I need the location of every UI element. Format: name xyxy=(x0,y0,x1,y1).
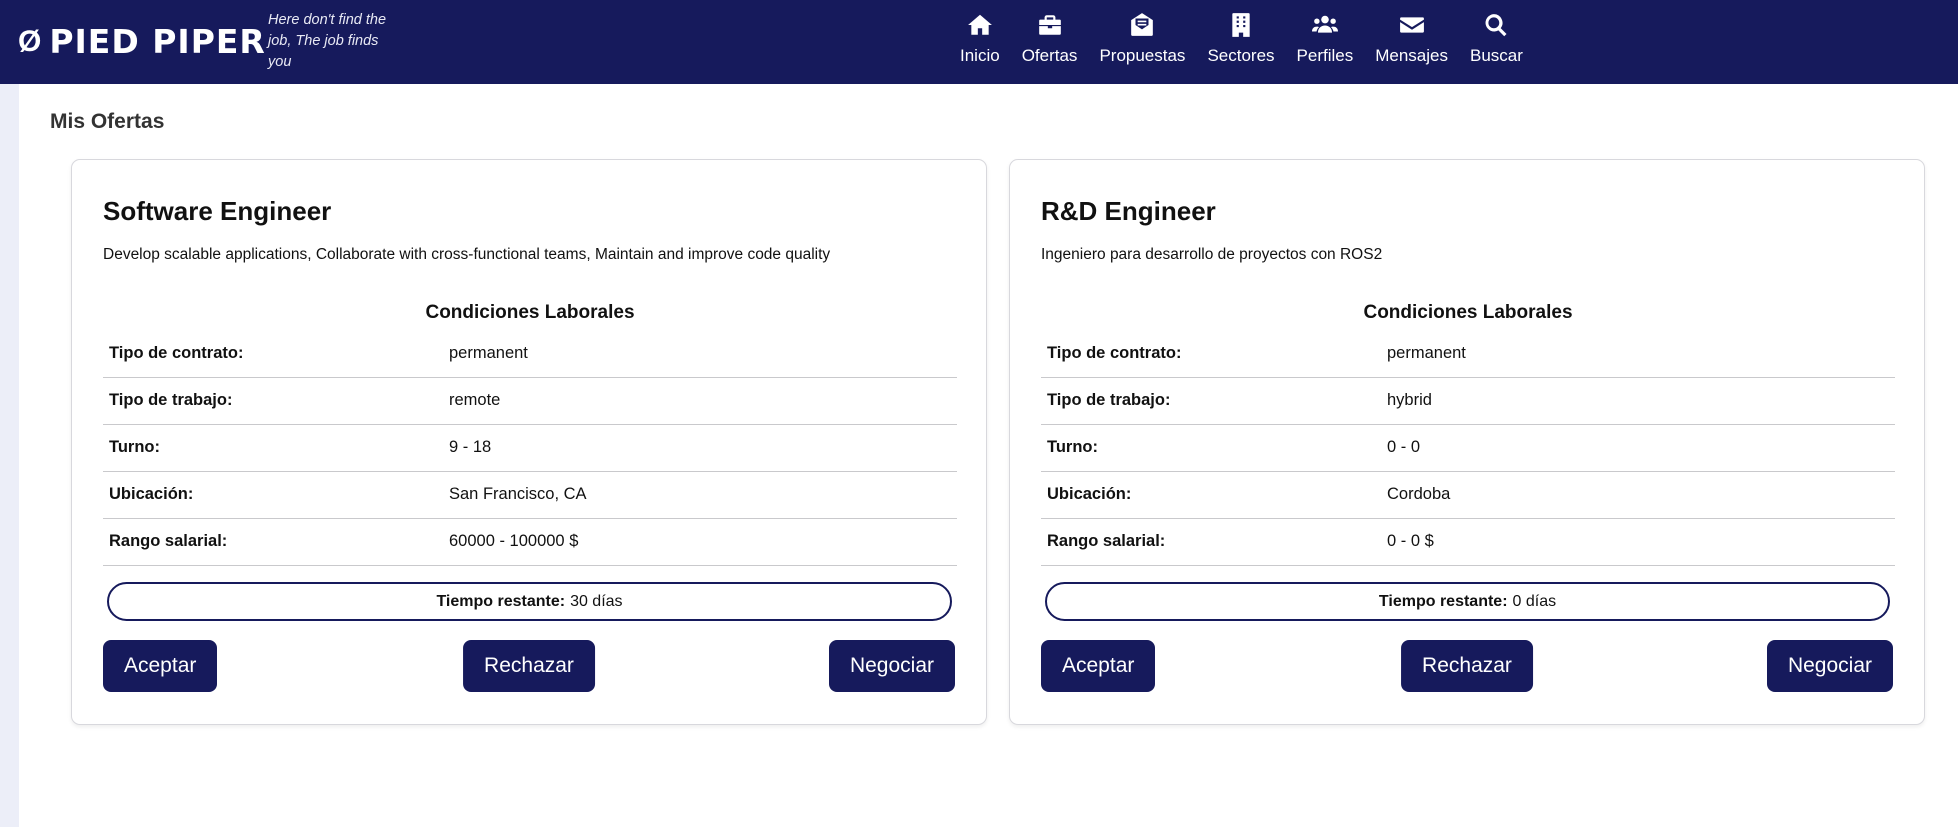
condition-value: permanent xyxy=(1381,330,1895,378)
conditions-title: Condiciones Laborales xyxy=(1363,302,1573,323)
nav-label: Sectores xyxy=(1207,46,1275,65)
main-content: Mis Ofertas Software Engineer Develop sc… xyxy=(19,84,1958,827)
condition-label: Tipo de trabajo: xyxy=(1041,377,1381,425)
condition-value: San Francisco, CA xyxy=(443,471,957,519)
condition-label: Turno: xyxy=(1041,424,1381,472)
offer-description: Develop scalable applications, Collabora… xyxy=(103,246,831,263)
condition-label: Tipo de trabajo: xyxy=(103,377,443,425)
brand-logo[interactable]: Ø PIED PIPER xyxy=(18,20,266,64)
building-icon xyxy=(1226,10,1256,40)
brand-slogan: Here don't find the job, The job finds y… xyxy=(268,12,387,70)
negotiate-button[interactable]: Negociar xyxy=(1766,640,1893,692)
time-remaining-badge: Tiempo restante: 30 días xyxy=(107,582,952,621)
condition-label: Rango salarial: xyxy=(103,518,443,566)
nav-item-mensajes[interactable]: Mensajes xyxy=(1375,10,1448,66)
conditions-table: Tipo de contrato: permanent Tipo de trab… xyxy=(1041,330,1895,566)
condition-label: Rango salarial: xyxy=(1041,518,1381,566)
nav-item-propuestas[interactable]: Propuestas xyxy=(1099,10,1185,66)
condition-value: 0 - 0 xyxy=(1381,424,1895,472)
table-row: Rango salarial: 0 - 0 $ xyxy=(1041,518,1895,566)
home-icon xyxy=(965,10,995,40)
table-row: Turno: 0 - 0 xyxy=(1041,424,1895,472)
page-title: Mis Ofertas xyxy=(50,110,165,133)
condition-label: Tipo de contrato: xyxy=(1041,330,1381,378)
reject-button[interactable]: Rechazar xyxy=(463,640,595,692)
main-nav: Inicio Ofertas Propuestas Sectores Perfi… xyxy=(960,10,1545,66)
condition-value: Cordoba xyxy=(1381,471,1895,519)
offer-title: R&D Engineer xyxy=(1041,196,1216,226)
condition-label: Ubicación: xyxy=(103,471,443,519)
nav-label: Perfiles xyxy=(1296,46,1354,65)
conditions-title: Condiciones Laborales xyxy=(425,302,635,323)
users-icon xyxy=(1310,10,1340,40)
time-remaining-value: 30 días xyxy=(570,592,623,610)
time-remaining-label: Tiempo restante: xyxy=(436,592,566,610)
nav-item-inicio[interactable]: Inicio xyxy=(960,10,1000,66)
nav-label: Propuestas xyxy=(1099,46,1186,65)
condition-label: Tipo de contrato: xyxy=(103,330,443,378)
time-remaining-badge: Tiempo restante: 0 días xyxy=(1045,582,1890,621)
brand-name: PIED PIPER xyxy=(49,22,266,61)
table-row: Ubicación: Cordoba xyxy=(1041,471,1895,519)
offer-card: Software Engineer Develop scalable appli… xyxy=(71,159,987,725)
time-remaining-value: 0 días xyxy=(1512,592,1557,610)
table-row: Tipo de contrato: permanent xyxy=(1041,330,1895,378)
nav-label: Ofertas xyxy=(1021,46,1078,65)
search-icon xyxy=(1481,10,1511,40)
nav-label: Buscar xyxy=(1469,46,1523,65)
nav-item-sectores[interactable]: Sectores xyxy=(1207,10,1275,66)
negotiate-button[interactable]: Negociar xyxy=(828,640,955,692)
condition-value: 0 - 0 $ xyxy=(1381,518,1895,566)
nav-item-ofertas[interactable]: Ofertas xyxy=(1021,10,1078,66)
envelope-icon xyxy=(1397,10,1427,40)
time-remaining-label: Tiempo restante: xyxy=(1378,592,1508,610)
table-row: Rango salarial: 60000 - 100000 $ xyxy=(103,518,957,566)
condition-label: Ubicación: xyxy=(1041,471,1381,519)
briefcase-icon xyxy=(1035,10,1065,40)
envelope-open-icon xyxy=(1127,10,1157,40)
table-row: Tipo de contrato: permanent xyxy=(103,330,957,378)
nav-label: Inicio xyxy=(960,46,1000,65)
offer-card: R&D Engineer Ingeniero para desarrollo d… xyxy=(1009,159,1925,725)
accept-button[interactable]: Aceptar xyxy=(103,640,218,692)
conditions-table: Tipo de contrato: permanent Tipo de trab… xyxy=(103,330,957,566)
table-row: Tipo de trabajo: remote xyxy=(103,377,957,425)
brand-symbol: Ø xyxy=(18,25,42,58)
table-row: Turno: 9 - 18 xyxy=(103,424,957,472)
condition-value: 60000 - 100000 $ xyxy=(443,518,957,566)
condition-value: remote xyxy=(443,377,957,425)
condition-value: 9 - 18 xyxy=(443,424,957,472)
nav-item-buscar[interactable]: Buscar xyxy=(1470,10,1523,66)
condition-value: hybrid xyxy=(1381,377,1895,425)
condition-label: Turno: xyxy=(103,424,443,472)
nav-label: Mensajes xyxy=(1375,46,1448,65)
offer-description: Ingeniero para desarrollo de proyectos c… xyxy=(1041,246,1383,263)
nav-item-perfiles[interactable]: Perfiles xyxy=(1296,10,1354,66)
reject-button[interactable]: Rechazar xyxy=(1401,640,1533,692)
table-row: Ubicación: San Francisco, CA xyxy=(103,471,957,519)
table-row: Tipo de trabajo: hybrid xyxy=(1041,377,1895,425)
top-navbar: Ø PIED PIPER Here don't find the job, Th… xyxy=(0,0,1958,84)
offer-title: Software Engineer xyxy=(103,196,332,226)
accept-button[interactable]: Aceptar xyxy=(1041,640,1156,692)
condition-value: permanent xyxy=(443,330,957,378)
